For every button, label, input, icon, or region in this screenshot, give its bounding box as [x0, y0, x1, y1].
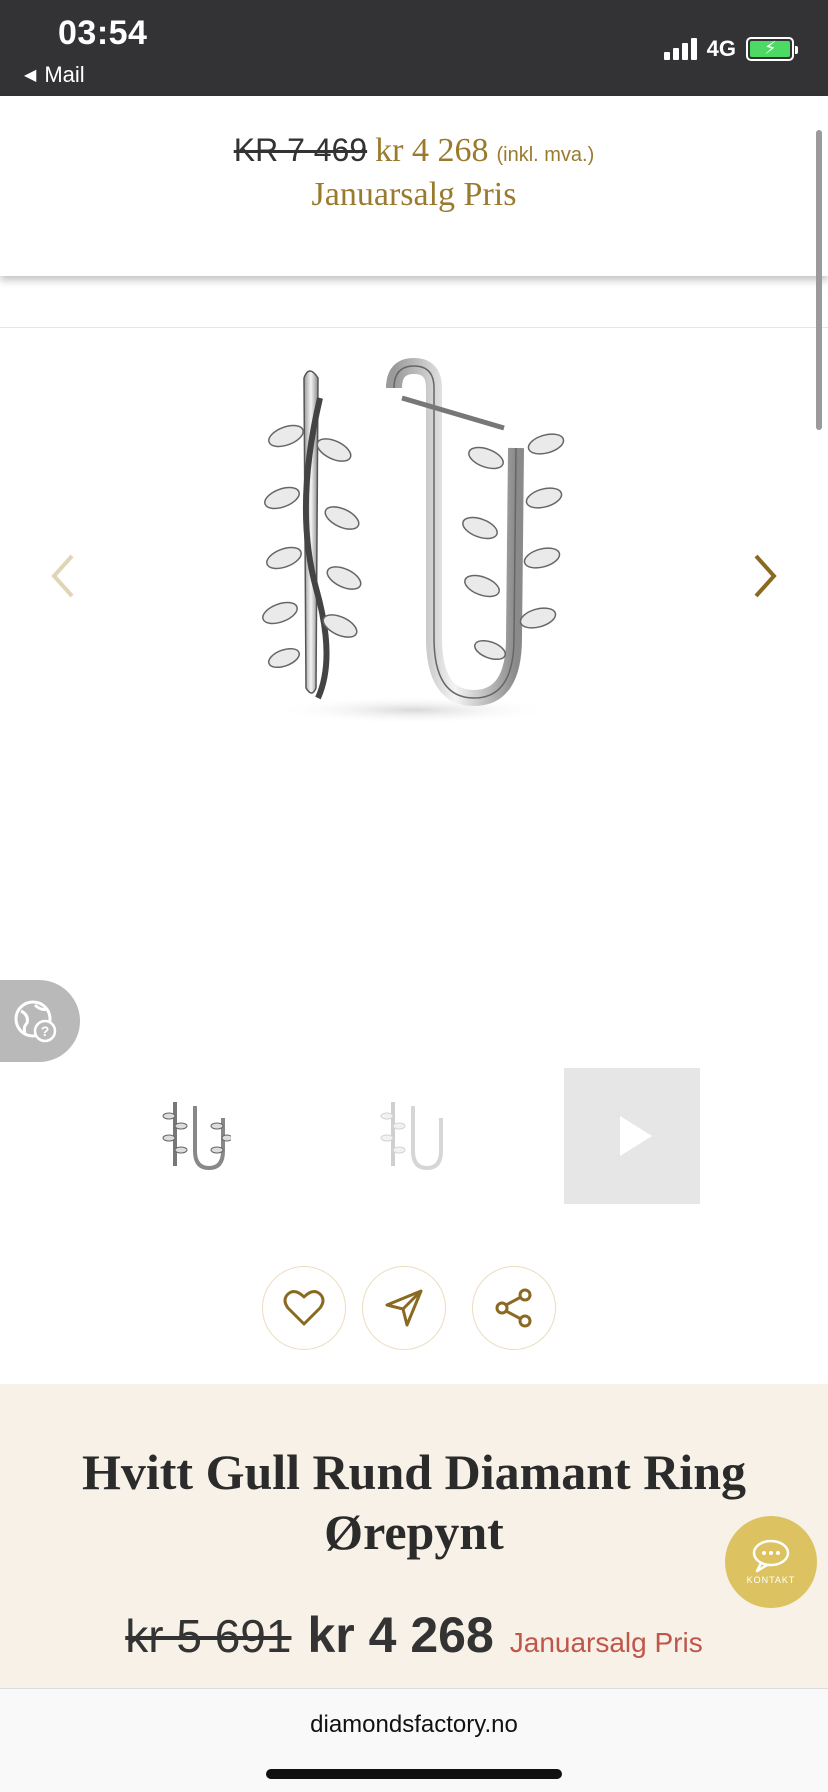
sticky-new-price: kr 4 268: [375, 132, 489, 169]
earrings-alt-thumbnail-image: [380, 1102, 443, 1171]
product-gallery: [0, 330, 828, 1010]
send-icon: [385, 1289, 423, 1327]
product-price-row: kr 5 691 kr 4 268 Januarsalg Pris: [0, 1606, 828, 1664]
sticky-price-header: KR 7 469 kr 4 268 (inkl. mva.) Januarsal…: [0, 96, 828, 276]
hidden-nav-bar: [0, 276, 828, 328]
svg-text:?: ?: [41, 1023, 50, 1039]
chat-bubble-icon: [752, 1539, 790, 1573]
url-text[interactable]: diamondsfactory.no: [0, 1711, 828, 1739]
globe-question-icon: ?: [14, 1000, 57, 1043]
play-icon: [620, 1116, 652, 1156]
thumbnail-earrings-front[interactable]: [128, 1068, 264, 1204]
thumbnail-earrings-alt[interactable]: [346, 1068, 482, 1204]
product-image-earrings: [262, 358, 565, 724]
share-icon: [495, 1288, 532, 1328]
scrollbar[interactable]: [816, 130, 822, 430]
status-indicators: 4G ⚡: [663, 36, 798, 62]
back-triangle-icon: ◀: [24, 67, 37, 84]
product-title-line2: Ørepynt: [324, 1504, 504, 1560]
product-info-panel: Hvitt Gull Rund Diamant Ring Ørepynt kr …: [0, 1384, 828, 1688]
favorite-button[interactable]: [262, 1266, 346, 1350]
home-indicator[interactable]: [266, 1769, 562, 1779]
kontakt-chat-button[interactable]: KONTAKT: [725, 1516, 817, 1608]
product-old-price: kr 5 691: [125, 1610, 292, 1662]
sticky-sale-label: Januarsalg Pris: [311, 176, 517, 213]
send-button[interactable]: [362, 1266, 446, 1350]
thumbnail-strip: [0, 1068, 828, 1204]
status-time: 03:54: [58, 14, 148, 52]
cellular-signal-icon: [663, 38, 697, 60]
network-type: 4G: [706, 36, 736, 61]
sticky-old-price: KR 7 469: [233, 132, 368, 168]
chevron-right-icon[interactable]: [744, 546, 784, 606]
heart-icon: [283, 1290, 325, 1326]
product-title: Hvitt Gull Rund Diamant Ring Ørepynt: [40, 1442, 788, 1562]
sticky-vat-note: (inkl. mva.): [496, 144, 595, 166]
kontakt-label: KONTAKT: [746, 1575, 796, 1585]
language-help-button[interactable]: ?: [0, 980, 80, 1062]
product-title-line1: Hvitt Gull Rund Diamant Ring: [81, 1444, 746, 1500]
product-new-price: kr 4 268: [307, 1607, 494, 1663]
sticky-price-row: KR 7 469 kr 4 268 (inkl. mva.): [0, 132, 828, 170]
thumbnail-video[interactable]: [564, 1068, 700, 1204]
browser-url-bar[interactable]: diamondsfactory.no: [0, 1688, 828, 1792]
share-button[interactable]: [472, 1266, 556, 1350]
earrings-thumbnail-image: [162, 1102, 231, 1171]
back-app-label: Mail: [44, 62, 85, 87]
status-bar: 03:54 ◀ Mail 4G ⚡: [0, 0, 828, 96]
product-sale-label: Januarsalg Pris: [509, 1627, 703, 1658]
battery-charging-icon: ⚡: [746, 37, 798, 61]
back-to-mail-link[interactable]: ◀ Mail: [24, 62, 85, 88]
chevron-left-icon[interactable]: [44, 546, 84, 606]
product-actions: [0, 1266, 828, 1352]
